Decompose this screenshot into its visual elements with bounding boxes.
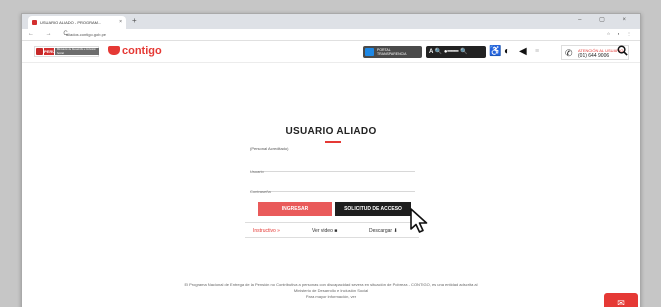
new-tab-button[interactable]: +: [132, 16, 137, 25]
phone-icon: ✆: [565, 48, 573, 58]
browser-tab[interactable]: USUARIO ALIADO - PROGRAM... ×: [28, 16, 126, 29]
browser-window: USUARIO ALIADO - PROGRAM... × + – ▢ × ← …: [21, 13, 641, 307]
chat-widget-button[interactable]: ✉: [604, 293, 638, 307]
favicon-icon: [32, 20, 37, 25]
portal-label-2: TRANSPARENCIA: [377, 52, 407, 56]
contigo-mark-icon: [108, 46, 120, 55]
title-underline: [325, 141, 341, 143]
speaker-icon[interactable]: ◀: [519, 46, 527, 57]
tab-close-icon[interactable]: ×: [119, 19, 122, 25]
menu-icon[interactable]: ≡: [535, 46, 539, 57]
password-input[interactable]: [250, 186, 415, 197]
instructivo-link[interactable]: Instructivo »: [253, 228, 280, 234]
descargar-link[interactable]: Descargar ⬇: [369, 228, 398, 234]
portal-icon: [365, 48, 374, 56]
username-input[interactable]: [250, 166, 415, 177]
ministry-label: Ministerio de Desarrollo e Inclusión Soc…: [55, 48, 99, 55]
window-controls[interactable]: – ▢ ×: [578, 16, 634, 23]
government-logo[interactable]: PERÚ Ministerio de Desarrollo e Inclusió…: [34, 46, 99, 57]
tab-title: USUARIO ALIADO - PROGRAM...: [40, 20, 102, 25]
contrast-icon[interactable]: ◐: [504, 46, 510, 57]
password-field[interactable]: [250, 180, 415, 197]
contigo-logo[interactable]: contigo: [108, 45, 162, 57]
ingresar-button[interactable]: INGRESAR: [258, 202, 332, 216]
form-note: (Personal Acreditado): [250, 146, 289, 151]
shield-icon: [36, 48, 43, 55]
url-field[interactable]: aliados.contigo.gob.pe: [66, 32, 106, 37]
username-field[interactable]: [250, 160, 415, 177]
solicitud-acceso-button[interactable]: SOLICITUD DE ACCESO: [335, 202, 411, 216]
page-title: USUARIO ALIADO: [285, 126, 377, 137]
text-size-slider[interactable]: A 🔍 ●━━━ 🔍: [426, 46, 486, 58]
ver-video-link[interactable]: Ver video ■: [312, 228, 337, 234]
site-header: PERÚ Ministerio de Desarrollo e Inclusió…: [22, 41, 640, 63]
brand-name: contigo: [122, 45, 162, 57]
footer-line-3: Para mayor información, ver: [305, 294, 357, 299]
peru-label: PERÚ: [44, 48, 56, 55]
call-number: (01) 644 9006: [578, 53, 610, 59]
chat-icon: ✉: [617, 298, 625, 307]
portal-transparencia-button[interactable]: PORTAL TRANSPARENCIA: [363, 46, 422, 58]
footer: El Programa Nacional de Entrega de la Pe…: [22, 282, 640, 300]
address-bar: ← → C aliados.contigo.gob.pe ☆ ◐ ⋮: [22, 29, 640, 41]
browser-menu-icons[interactable]: ☆ ◐ ⋮: [607, 31, 634, 36]
search-icon[interactable]: [617, 45, 628, 59]
tab-strip: USUARIO ALIADO - PROGRAM... × + – ▢ ×: [22, 14, 640, 29]
accessibility-icon[interactable]: ♿: [489, 46, 501, 57]
help-links: Instructivo » Ver video ■ Descargar ⬇: [245, 222, 419, 238]
mouse-pointer-icon: [410, 208, 428, 233]
